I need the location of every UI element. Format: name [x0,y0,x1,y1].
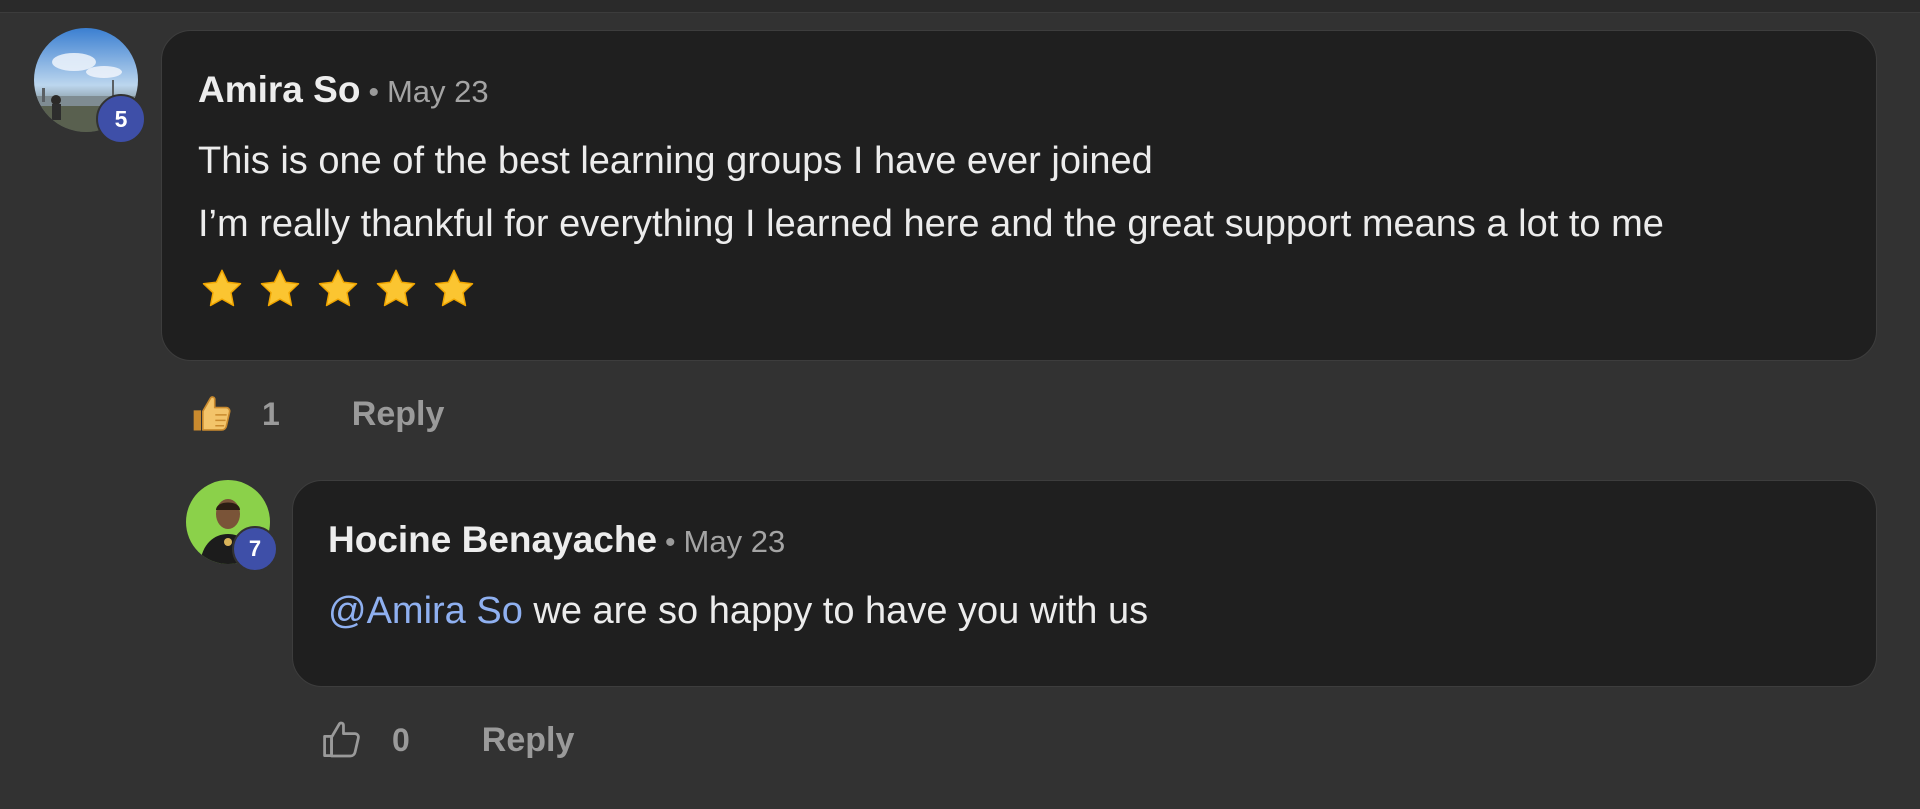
comment-date[interactable]: May 23 [684,524,786,560]
level-badge: 5 [96,94,146,144]
comment-text: @Amira So we are so happy to have you wi… [328,579,1148,643]
author-name[interactable]: Amira So [198,69,360,111]
comment-text-line: This is one of the best learning groups … [198,140,1153,182]
reply-button[interactable]: Reply [352,395,445,434]
star-icon [376,269,416,307]
star-icon [434,269,474,307]
separator-dot: • [665,526,676,559]
like-count: 0 [392,721,410,758]
reply-bubble: Hocine Benayache • May 23 @Amira So we a… [292,480,1877,687]
comment-text-line: I’m really thankful for everything I lea… [198,203,1664,245]
comment-actions: 1 Reply [190,392,444,436]
star-icon [318,269,358,307]
reply-actions: 0 Reply [320,718,574,762]
separator-dot: • [368,76,379,109]
avatar-amira[interactable]: 5 [34,28,146,144]
avatar-hocine[interactable]: 7 [186,480,278,572]
star-icon [202,269,242,307]
thumbs-up-outline-icon[interactable] [320,718,364,762]
star-rating [200,267,476,311]
user-mention[interactable]: @Amira So [328,590,523,632]
comment-bubble: Amira So • May 23 This is one of the bes… [161,30,1877,361]
comment-text-body: we are so happy to have you with us [522,590,1149,632]
comment-date[interactable]: May 23 [387,74,489,110]
like-count: 1 [262,395,280,432]
level-badge: 7 [232,526,278,572]
author-name[interactable]: Hocine Benayache [328,519,657,561]
top-divider [0,0,1920,13]
comment-header: Hocine Benayache • May 23 [328,519,785,561]
star-icon [260,269,300,307]
reply-button[interactable]: Reply [482,721,575,760]
thumbs-up-icon[interactable] [190,392,234,436]
comment-header: Amira So • May 23 [198,69,489,111]
